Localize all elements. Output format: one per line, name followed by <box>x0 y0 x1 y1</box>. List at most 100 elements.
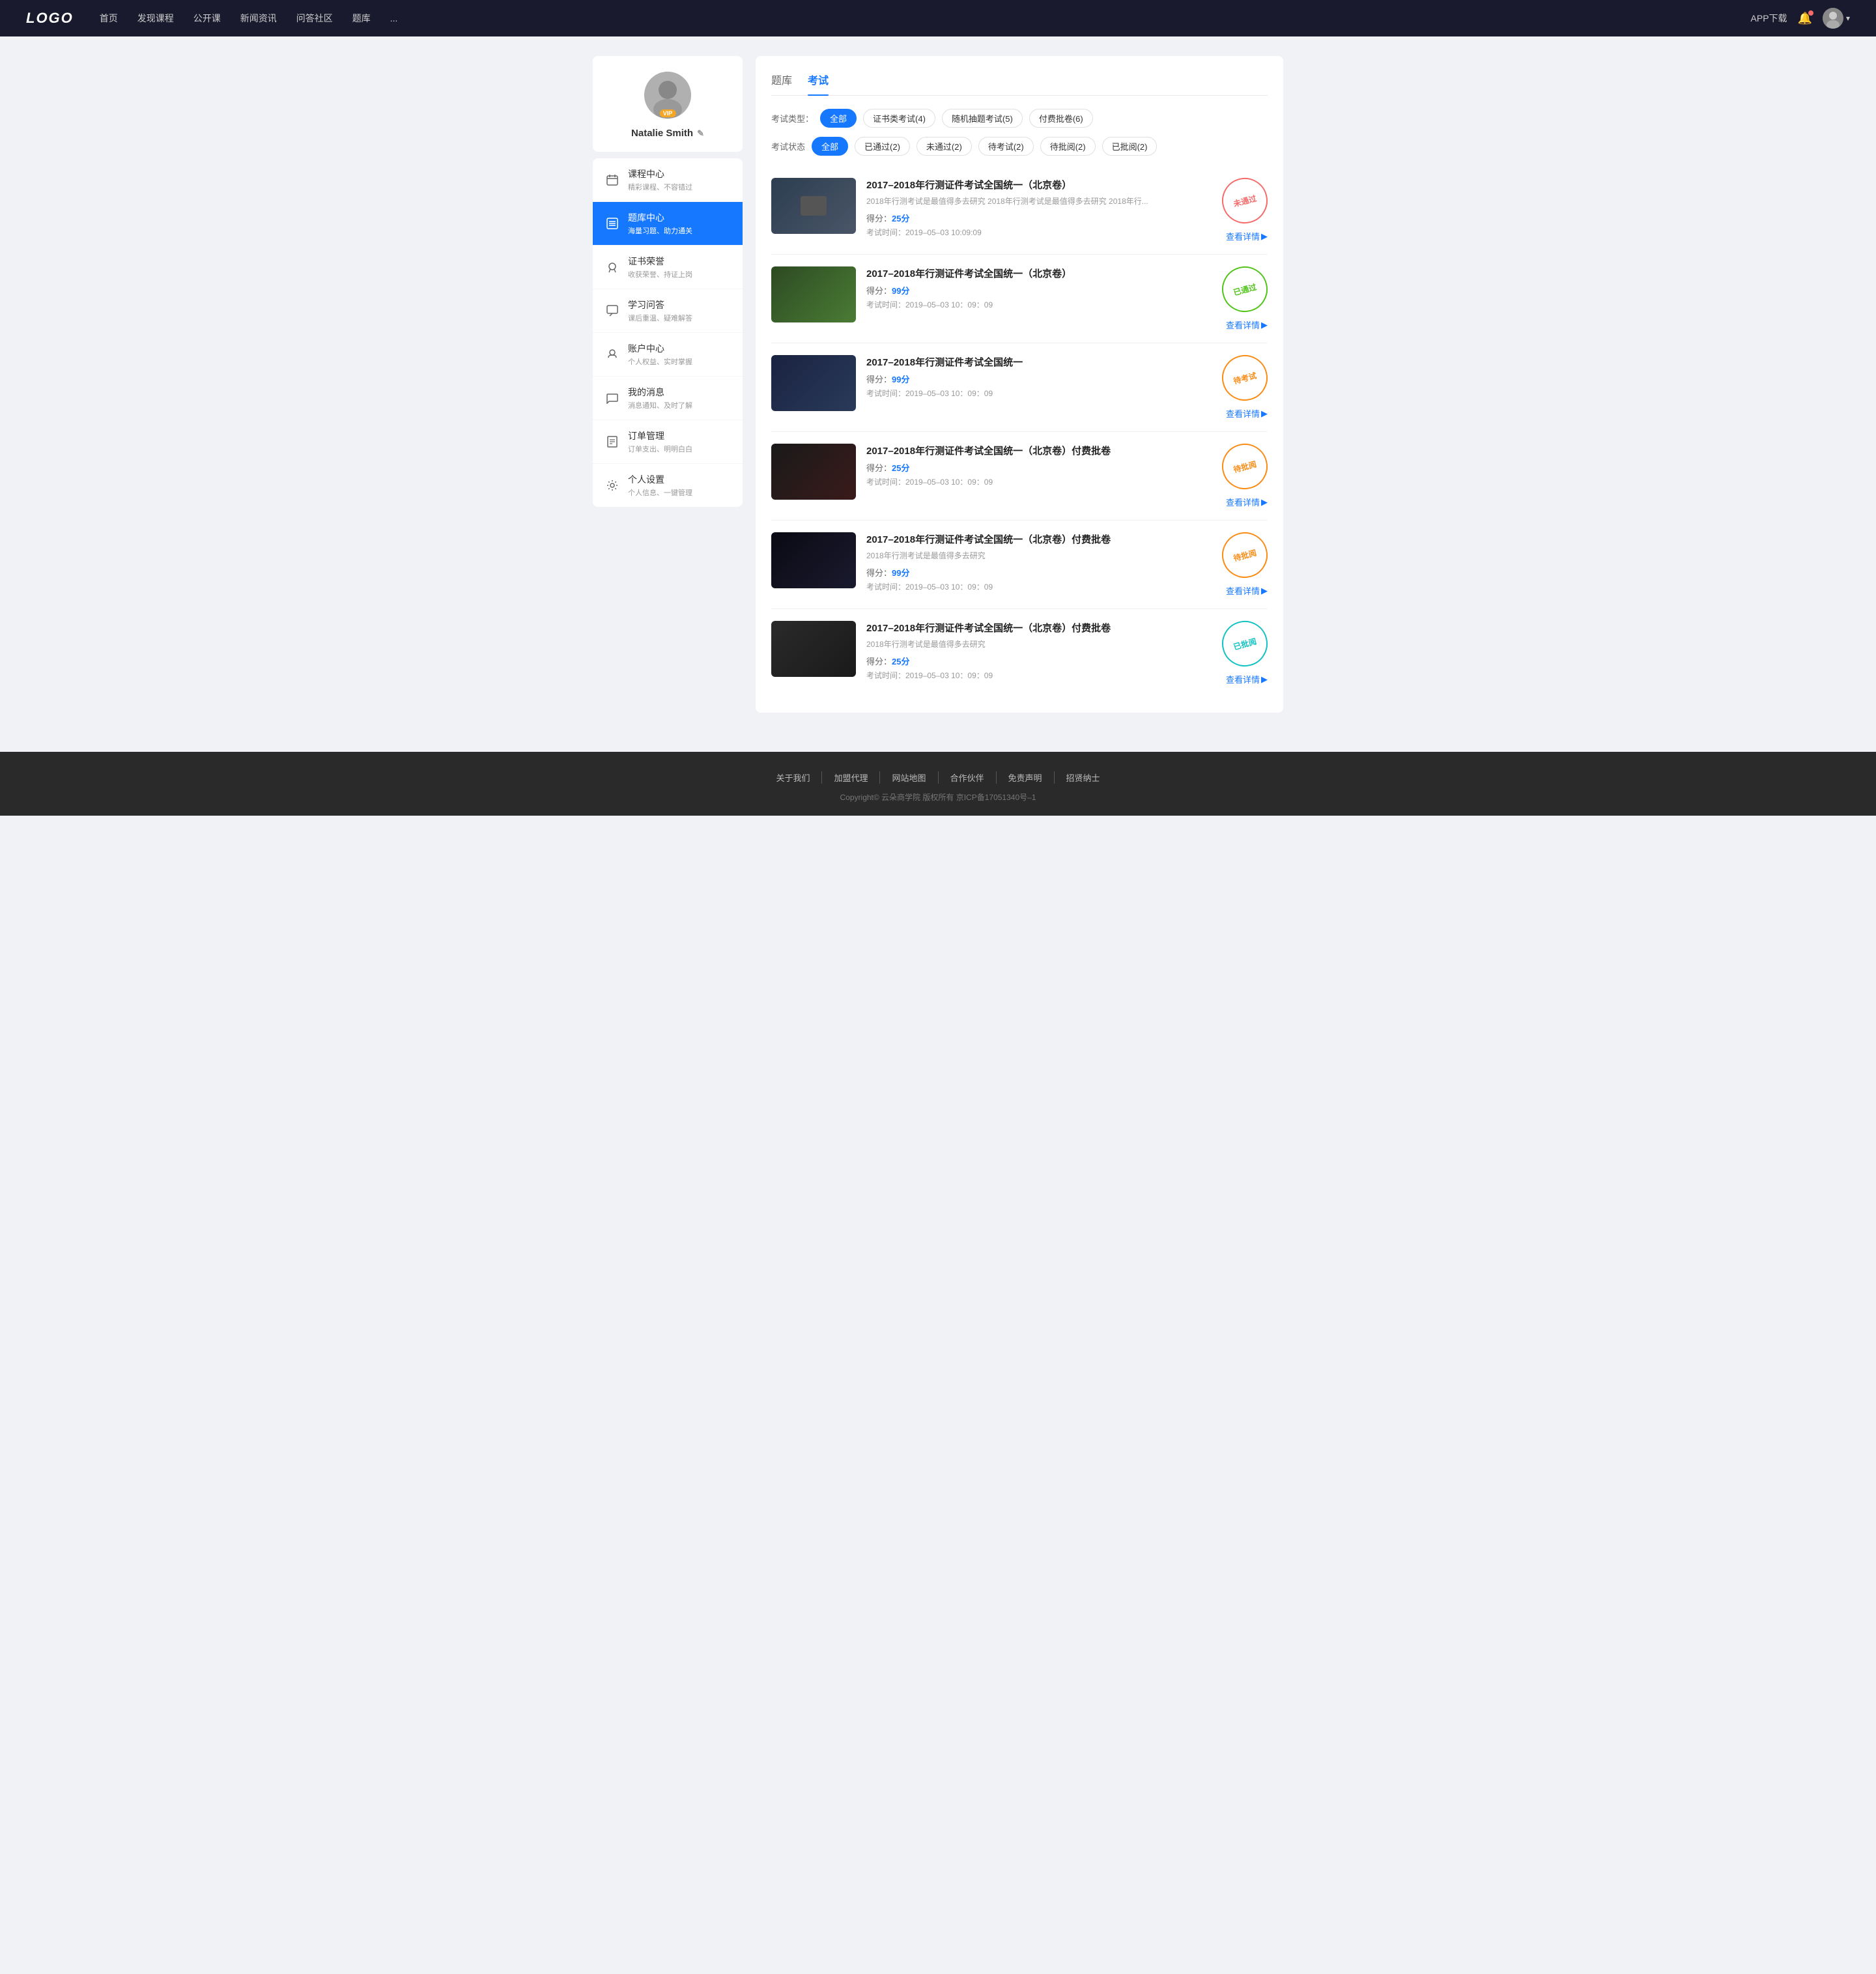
sidebar-item-label: 订单管理 <box>628 429 692 442</box>
exam-thumbnail <box>771 178 856 234</box>
sidebar-item-label: 账户中心 <box>628 342 692 355</box>
sidebar-item-label: 题库中心 <box>628 211 692 224</box>
exam-list-item: 2017–2018年行测证件考试全国统一（北京卷） 2018年行测考试是最值得多… <box>771 166 1268 255</box>
exam-actions: 待批阅 查看详情 ▶ <box>1209 444 1268 508</box>
sidebar-item-settings[interactable]: 个人设置 个人信息、一键管理 <box>593 464 743 507</box>
sidebar-item-certificate[interactable]: 证书荣誉 收获荣誉、持证上岗 <box>593 246 743 289</box>
view-detail-button[interactable]: 查看详情 ▶ <box>1226 673 1268 685</box>
sidebar-profile: VIP Natalie Smith ✎ <box>593 56 743 152</box>
exam-status-stamp: 已批阅 <box>1217 616 1273 672</box>
nav-item-more[interactable]: ... <box>390 13 398 23</box>
sidebar-text: 证书荣誉 收获荣誉、持证上岗 <box>628 255 692 279</box>
exam-info: 2017–2018年行测证件考试全国统一（北京卷）付费批卷 2018年行测考试是… <box>866 532 1199 592</box>
exam-list: 2017–2018年行测证件考试全国统一（北京卷） 2018年行测考试是最值得多… <box>771 166 1268 697</box>
nav-item-qa[interactable]: 问答社区 <box>296 12 333 25</box>
sidebar-item-desc: 课后重温、疑难解答 <box>628 313 692 323</box>
medal-icon <box>604 259 620 275</box>
footer: 关于我们加盟代理网站地图合作伙伴免责声明招贤纳士 Copyright© 云朵商学… <box>0 752 1876 816</box>
order-icon <box>604 434 620 450</box>
footer-link-0[interactable]: 关于我们 <box>764 771 822 784</box>
nav-item-open[interactable]: 公开课 <box>193 12 221 25</box>
sidebar-item-question-bank[interactable]: 题库中心 海量习题、助力通关 <box>593 202 743 246</box>
exam-status-stamp: 已通过 <box>1217 261 1273 317</box>
filter-status-passed[interactable]: 已通过(2) <box>855 137 910 156</box>
nav-item-home[interactable]: 首页 <box>100 12 118 25</box>
exam-info: 2017–2018年行测证件考试全国统一（北京卷）付费批卷 2018年行测考试是… <box>866 621 1199 681</box>
exam-list-item: 2017–2018年行测证件考试全国统一（北京卷）付费批卷 2018年行测考试是… <box>771 521 1268 609</box>
filter-btn-all-type[interactable]: 全部 <box>820 109 857 128</box>
view-detail-button[interactable]: 查看详情 ▶ <box>1226 584 1268 597</box>
footer-link-3[interactable]: 合作伙伴 <box>939 771 997 784</box>
exam-score: 得分：99分 <box>866 284 1199 296</box>
app-download-link[interactable]: APP下载 <box>1751 12 1787 25</box>
arrow-right-icon: ▶ <box>1261 320 1268 330</box>
exam-info: 2017–2018年行测证件考试全国统一（北京卷）付费批卷 得分：25分 考试时… <box>866 444 1199 487</box>
exam-time: 考试时间：2019–05–03 10：09：09 <box>866 299 1199 310</box>
arrow-right-icon: ▶ <box>1261 231 1268 242</box>
avatar: VIP <box>644 72 691 119</box>
filter-btn-random-exam[interactable]: 随机抽题考试(5) <box>942 109 1023 128</box>
sidebar-item-desc: 海量习题、助力通关 <box>628 225 692 236</box>
sidebar-item-desc: 收获荣誉、持证上岗 <box>628 269 692 279</box>
sidebar-text: 个人设置 个人信息、一键管理 <box>628 473 692 498</box>
sidebar-item-account[interactable]: 账户中心 个人权益、实时掌握 <box>593 333 743 377</box>
nav-item-bank[interactable]: 题库 <box>352 12 371 25</box>
user-avatar-button[interactable]: ▾ <box>1823 8 1850 29</box>
sidebar-item-desc: 订单支出、明明白白 <box>628 444 692 454</box>
sidebar-item-orders[interactable]: 订单管理 订单支出、明明白白 <box>593 420 743 464</box>
notification-bell-button[interactable]: 🔔 <box>1798 12 1812 25</box>
nav-item-news[interactable]: 新闻资讯 <box>240 12 277 25</box>
view-detail-button[interactable]: 查看详情 ▶ <box>1226 407 1268 420</box>
footer-link-5[interactable]: 招贤纳士 <box>1055 771 1112 784</box>
exam-score-value: 99分 <box>892 286 909 296</box>
chat-icon <box>604 303 620 319</box>
exam-score: 得分：25分 <box>866 461 1199 474</box>
exam-score-value: 25分 <box>892 214 909 223</box>
exam-actions: 待批阅 查看详情 ▶ <box>1209 532 1268 597</box>
account-icon <box>604 347 620 362</box>
sidebar-item-label: 证书荣誉 <box>628 255 692 268</box>
exam-status-stamp: 待考试 <box>1217 350 1273 406</box>
filter-status-all[interactable]: 全部 <box>812 137 848 156</box>
filter-status-pending[interactable]: 待考试(2) <box>978 137 1034 156</box>
exam-title: 2017–2018年行测证件考试全国统一 <box>866 355 1199 369</box>
navbar-logo[interactable]: LOGO <box>26 10 74 27</box>
view-detail-button[interactable]: 查看详情 ▶ <box>1226 496 1268 508</box>
filter-status-reviewed[interactable]: 已批阅(2) <box>1102 137 1158 156</box>
tab-question-bank[interactable]: 题库 <box>771 72 792 95</box>
exam-score-value: 99分 <box>892 568 909 578</box>
footer-link-2[interactable]: 网站地图 <box>880 771 938 784</box>
exam-time: 考试时间：2019–05–03 10：09：09 <box>866 670 1199 681</box>
sidebar-item-label: 我的消息 <box>628 386 692 399</box>
exam-score-value: 99分 <box>892 375 909 384</box>
tab-exam[interactable]: 考试 <box>808 72 829 95</box>
sidebar-item-messages[interactable]: 我的消息 消息通知、及时了解 <box>593 377 743 420</box>
sidebar-nav: 课程中心 精彩课程、不容错过 题库中心 海量习题、助力通关 证书荣誉 <box>593 158 743 507</box>
profile-name: Natalie Smith <box>631 128 693 139</box>
exam-actions: 待考试 查看详情 ▶ <box>1209 355 1268 420</box>
footer-link-1[interactable]: 加盟代理 <box>822 771 880 784</box>
exam-info: 2017–2018年行测证件考试全国统一（北京卷） 得分：99分 考试时间：20… <box>866 266 1199 310</box>
filter-status-pending-review[interactable]: 待批阅(2) <box>1040 137 1096 156</box>
filter-btn-cert-exam[interactable]: 证书类考试(4) <box>863 109 935 128</box>
chevron-down-icon: ▾ <box>1846 14 1850 23</box>
arrow-right-icon: ▶ <box>1261 586 1268 596</box>
filter-status-failed[interactable]: 未通过(2) <box>917 137 972 156</box>
view-detail-button[interactable]: 查看详情 ▶ <box>1226 319 1268 331</box>
main-content: 题库 考试 考试类型： 全部 证书类考试(4) 随机抽题考试(5) 付费批卷(6… <box>756 56 1283 713</box>
filter-btn-paid-review[interactable]: 付费批卷(6) <box>1029 109 1093 128</box>
view-detail-button[interactable]: 查看详情 ▶ <box>1226 230 1268 242</box>
nav-item-discover[interactable]: 发现课程 <box>137 12 174 25</box>
sidebar-item-desc: 个人权益、实时掌握 <box>628 356 692 367</box>
exam-title: 2017–2018年行测证件考试全国统一（北京卷）付费批卷 <box>866 444 1199 457</box>
sidebar-item-label: 课程中心 <box>628 167 692 180</box>
exam-title: 2017–2018年行测证件考试全国统一（北京卷） <box>866 178 1199 192</box>
exam-status-stamp: 未通过 <box>1217 173 1273 229</box>
sidebar-item-course-center[interactable]: 课程中心 精彩课程、不容错过 <box>593 158 743 202</box>
exam-desc: 2018年行测考试是最值得多去研究 <box>866 638 1179 650</box>
profile-edit-icon[interactable]: ✎ <box>697 128 704 139</box>
page-container: VIP Natalie Smith ✎ 课程中心 精彩课程、不容错过 <box>580 36 1296 752</box>
sidebar-item-study-qa[interactable]: 学习问答 课后重温、疑难解答 <box>593 289 743 333</box>
footer-link-4[interactable]: 免责声明 <box>997 771 1055 784</box>
exam-status-filter-label: 考试状态 <box>771 140 805 152</box>
